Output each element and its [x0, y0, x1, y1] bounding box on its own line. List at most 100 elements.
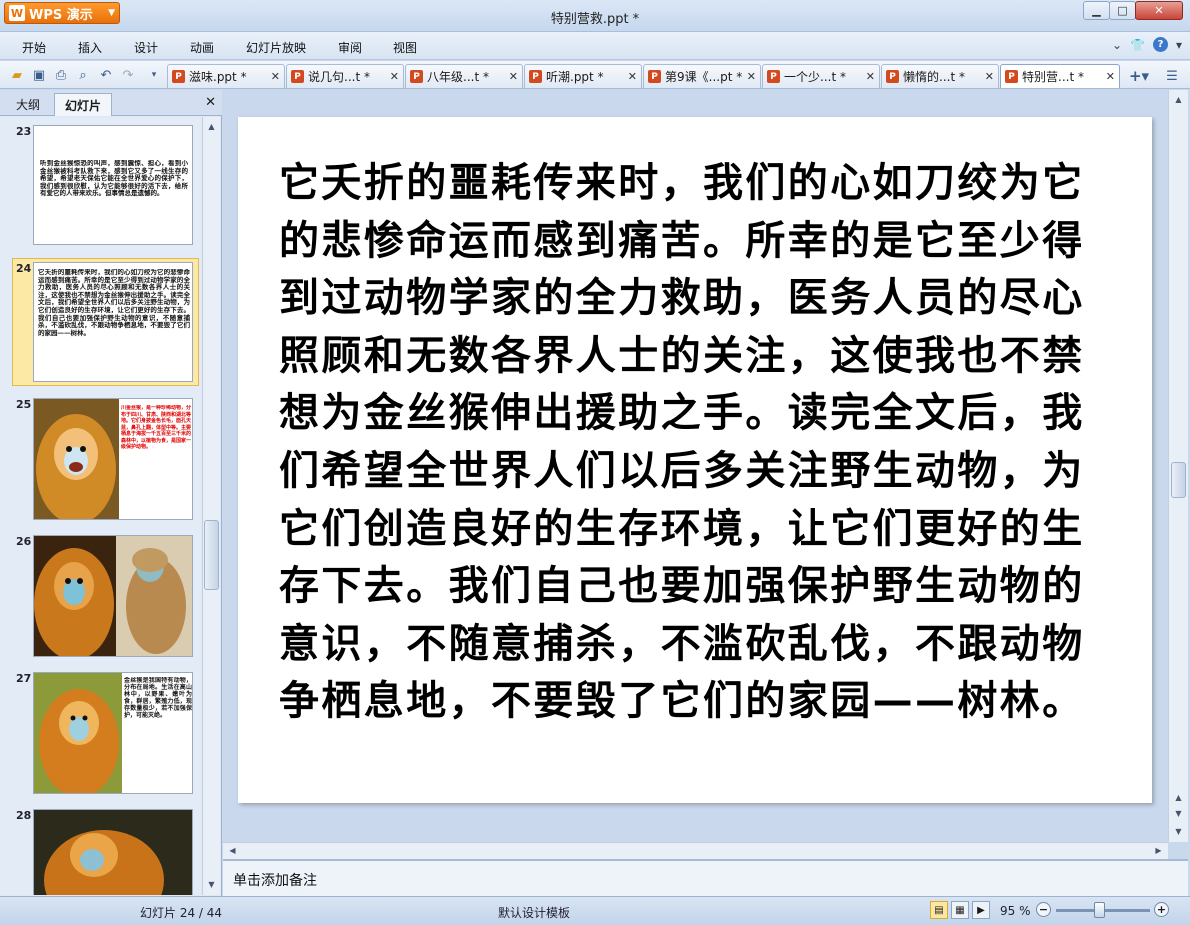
menu-item-view[interactable]: 视图: [393, 39, 417, 56]
design-template-label: 默认设计模板: [498, 906, 571, 920]
close-icon[interactable]: ✕: [509, 70, 518, 83]
doc-tab-label: 说几句...t *: [308, 70, 370, 84]
slide-thumbnail-selected[interactable]: 它夭折的噩耗传来时，我们的心如刀绞为它的悲惨命运而感到痛苦。所幸的是它至少得到过…: [33, 262, 193, 382]
scroll-up-icon[interactable]: ▲: [1171, 790, 1186, 805]
slide-number: 25: [16, 398, 32, 411]
thumbnail-text: 它夭折的噩耗传来时，我们的心如刀绞为它的悲惨命运而感到痛苦。所幸的是它至少得到过…: [38, 269, 190, 337]
window-title: 特别营救.ppt *: [550, 12, 640, 27]
menu-item-slideshow[interactable]: 幻灯片放映: [246, 39, 306, 56]
doc-tab-label: 听潮.ppt *: [546, 70, 604, 84]
menu-item-design[interactable]: 设计: [134, 39, 158, 56]
doc-tab-label: 懒惰的...t *: [903, 70, 965, 84]
thumbnail-text: 听到金丝猴惊恐的叫声，感到震惊、担心，看到小金丝猴被科考队救下来，感到它又多了一…: [40, 160, 188, 198]
notes-placeholder[interactable]: 单击添加备注: [233, 870, 317, 890]
thumbnail-scrollbar[interactable]: ▲ ▼: [202, 117, 220, 895]
redo-icon[interactable]: ↷: [119, 66, 137, 84]
ppt-file-icon: P: [1005, 70, 1018, 83]
slide-body-text[interactable]: 它夭折的噩耗传来时，我们的心如刀绞为它的悲惨命运而感到痛苦。所幸的是它至少得到过…: [279, 155, 1099, 731]
close-icon[interactable]: ✕: [866, 70, 875, 83]
tab-outline[interactable]: 大纲: [6, 93, 50, 116]
tab-list-icon[interactable]: ☰: [1160, 66, 1184, 86]
ppt-file-icon: P: [529, 70, 542, 83]
scroll-down-icon[interactable]: ▼: [1171, 824, 1186, 839]
close-icon[interactable]: ✕: [1106, 70, 1115, 83]
slide-number: 26: [16, 535, 32, 548]
slides-panel: 大纲 幻灯片 ✕ 23 听到金丝猴惊恐的叫声，感到震惊、担心，看到小金丝猴被科考…: [0, 90, 222, 896]
customize-toolbar-icon[interactable]: ▾: [145, 66, 163, 84]
zoom-in-button[interactable]: +: [1154, 902, 1169, 917]
slide-thumbnail[interactable]: 川金丝猴，是一种珍稀动物，分布于四川、甘肃、陕西和湖北等地。它们身披金色长毛，面…: [33, 398, 193, 520]
doc-tab-1[interactable]: P 说几句...t * ✕: [286, 64, 404, 88]
menu-item-insert[interactable]: 插入: [78, 39, 102, 56]
print-preview-icon[interactable]: ⌕: [74, 66, 92, 84]
scrollbar-thumb[interactable]: [204, 520, 219, 590]
scrollbar-thumb[interactable]: [1171, 462, 1186, 498]
status-bar: 幻灯片 24 / 44 默认设计模板 ▤ ▦ ▶ 95 % − +: [0, 896, 1190, 925]
monkey-photo: [34, 399, 119, 519]
menu-item-animation[interactable]: 动画: [190, 39, 214, 56]
doc-tab-label: 特别营...t *: [1022, 70, 1084, 84]
maximize-button[interactable]: □: [1109, 1, 1136, 20]
thumbnail-text: 川金丝猴，是一种珍稀动物，分布于四川、甘肃、陕西和湖北等地。它们身披金色长毛，面…: [121, 405, 191, 450]
skin-icon[interactable]: 👕: [1130, 38, 1145, 52]
close-icon[interactable]: ✕: [271, 70, 280, 83]
menu-bar: 开始 插入 设计 动画 幻灯片放映 审阅 视图 ⌄ 👕 ? ▾: [0, 32, 1190, 60]
menu-item-start[interactable]: 开始: [22, 39, 46, 56]
help-dropdown-icon[interactable]: ▾: [1176, 38, 1182, 52]
slide-thumbnail[interactable]: 听到金丝猴惊恐的叫声，感到震惊、担心，看到小金丝猴被科考队救下来，感到它又多了一…: [33, 125, 193, 245]
scroll-down-icon[interactable]: ▼: [1171, 806, 1186, 821]
doc-tab-2[interactable]: P 八年级...t * ✕: [405, 64, 523, 88]
slideshow-view-icon[interactable]: ▶: [972, 901, 990, 919]
undo-icon[interactable]: ↶: [97, 66, 115, 84]
close-window-button[interactable]: ✕: [1135, 1, 1183, 20]
slide-number: 28: [16, 809, 32, 822]
title-bar: W WPS 演示 ▼ 特别营救.ppt * ▁ □ ✕: [0, 0, 1190, 32]
close-panel-icon[interactable]: ✕: [205, 95, 216, 110]
minimize-button[interactable]: ▁: [1083, 1, 1110, 20]
slide-thumbnail[interactable]: [33, 535, 193, 657]
close-icon[interactable]: ✕: [747, 70, 756, 83]
ppt-file-icon: P: [767, 70, 780, 83]
collapse-ribbon-icon[interactable]: ⌄: [1112, 38, 1122, 52]
slide-horizontal-scrollbar[interactable]: ◀ ▶: [223, 842, 1168, 859]
scroll-down-icon[interactable]: ▼: [204, 877, 219, 892]
doc-tab-label: 一个少...t *: [784, 70, 846, 84]
scroll-left-icon[interactable]: ◀: [225, 843, 240, 858]
open-folder-icon[interactable]: ▰: [8, 66, 26, 84]
doc-tab-4[interactable]: P 第9课《...pt * ✕: [643, 64, 761, 88]
monkey-photo: [34, 673, 122, 793]
doc-tab-5[interactable]: P 一个少...t * ✕: [762, 64, 880, 88]
zoom-out-button[interactable]: −: [1036, 902, 1051, 917]
current-slide[interactable]: 它夭折的噩耗传来时，我们的心如刀绞为它的悲惨命运而感到痛苦。所幸的是它至少得到过…: [238, 117, 1152, 803]
slide-number: 27: [16, 672, 32, 685]
close-icon[interactable]: ✕: [390, 70, 399, 83]
slide-sorter-view-icon[interactable]: ▦: [951, 901, 969, 919]
close-icon[interactable]: ✕: [628, 70, 637, 83]
print-icon[interactable]: ⎙: [52, 66, 70, 84]
tab-slides[interactable]: 幻灯片: [54, 93, 113, 116]
doc-tab-3[interactable]: P 听潮.ppt * ✕: [524, 64, 642, 88]
monkey-photo: [34, 536, 116, 656]
scroll-up-icon[interactable]: ▲: [1171, 92, 1186, 107]
menu-item-review[interactable]: 审阅: [338, 39, 362, 56]
close-icon[interactable]: ✕: [985, 70, 994, 83]
doc-tab-0[interactable]: P 滋味.ppt * ✕: [167, 64, 285, 88]
new-tab-button[interactable]: +▾: [1124, 66, 1154, 86]
slide-thumbnail[interactable]: [33, 809, 193, 895]
panel-tabs: 大纲 幻灯片 ✕: [0, 90, 222, 116]
slide-thumbnail[interactable]: 金丝猴是我国特有动物，分布在局地。生活在高山林中，以野果、嫩叶为食，群居，繁殖力…: [33, 672, 193, 794]
save-icon[interactable]: ▣: [30, 66, 48, 84]
slide-number: 24: [16, 262, 32, 275]
ppt-file-icon: P: [648, 70, 661, 83]
zoom-level: 95 %: [1000, 904, 1031, 918]
doc-tab-7-active[interactable]: P 特别营...t * ✕: [1000, 64, 1120, 88]
help-icon[interactable]: ?: [1152, 37, 1168, 52]
scroll-up-icon[interactable]: ▲: [204, 119, 219, 134]
normal-view-icon[interactable]: ▤: [930, 901, 948, 919]
monkey-photo: [34, 810, 192, 895]
scroll-right-icon[interactable]: ▶: [1151, 843, 1166, 858]
zoom-slider-knob[interactable]: [1094, 902, 1105, 918]
slide-vertical-scrollbar[interactable]: ▲ ▲ ▼ ▼: [1168, 90, 1188, 842]
notes-pane[interactable]: 单击添加备注: [223, 859, 1188, 896]
doc-tab-6[interactable]: P 懒惰的...t * ✕: [881, 64, 999, 88]
